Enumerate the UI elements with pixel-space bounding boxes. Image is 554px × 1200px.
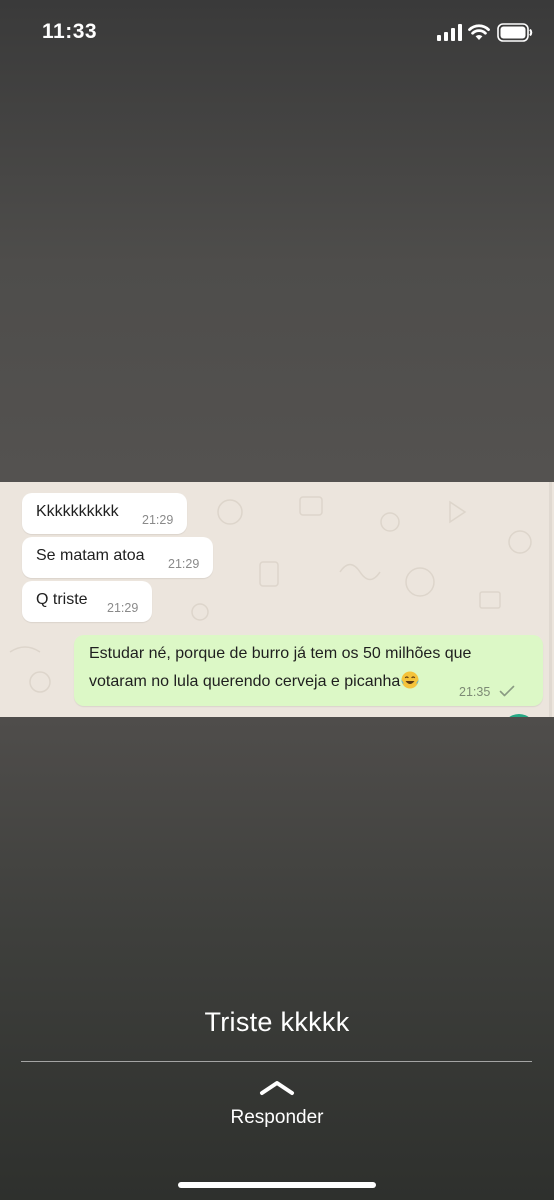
story-caption: Triste kkkkk: [204, 1007, 350, 1037]
message-time: 21:29: [142, 513, 174, 527]
message-text-line-2: votaram no lula querendo cerveja e pican…: [89, 671, 419, 691]
message-bubble-incoming: Q triste 21:29: [22, 581, 152, 622]
message-time: 21:29: [168, 557, 200, 571]
reply-button[interactable]: Responder: [177, 1076, 377, 1136]
message-bubble-incoming: Se matam atoa 21:29: [22, 537, 213, 578]
message-bubble-incoming: Kkkkkkkkkk 21:29: [22, 493, 187, 534]
message-text-line-1: Estudar né, porque de burro já tem os 50…: [89, 645, 472, 662]
chat-screenshot: Kkkkkkkkkk 21:29 Se matam atoa 21:29 Q t…: [0, 482, 554, 717]
message-text: Kkkkkkkkkk: [36, 503, 119, 520]
signal-icon: [437, 24, 462, 41]
wifi-icon: [468, 24, 490, 40]
message-text: Q triste: [36, 591, 88, 608]
message-text-line-2-text: votaram no lula querendo cerveja e pican…: [89, 673, 401, 690]
message-time: 21:29: [107, 601, 139, 615]
battery-icon: [497, 23, 533, 42]
chat-scrollbar: [549, 482, 552, 717]
reply-label: Responder: [230, 1107, 324, 1128]
status-bar: 11:33: [0, 0, 554, 66]
divider: [21, 1061, 532, 1062]
sent-check-icon: [499, 685, 515, 697]
message-bubble-outgoing: Estudar né, porque de burro já tem os 50…: [74, 635, 543, 706]
home-indicator[interactable]: [178, 1182, 376, 1188]
status-time: 11:33: [42, 20, 98, 43]
message-text: Se matam atoa: [36, 547, 145, 564]
face-with-tears-of-joy-icon: [401, 671, 419, 689]
chevron-up-icon: [260, 1081, 294, 1095]
message-time: 21:35: [459, 685, 491, 699]
